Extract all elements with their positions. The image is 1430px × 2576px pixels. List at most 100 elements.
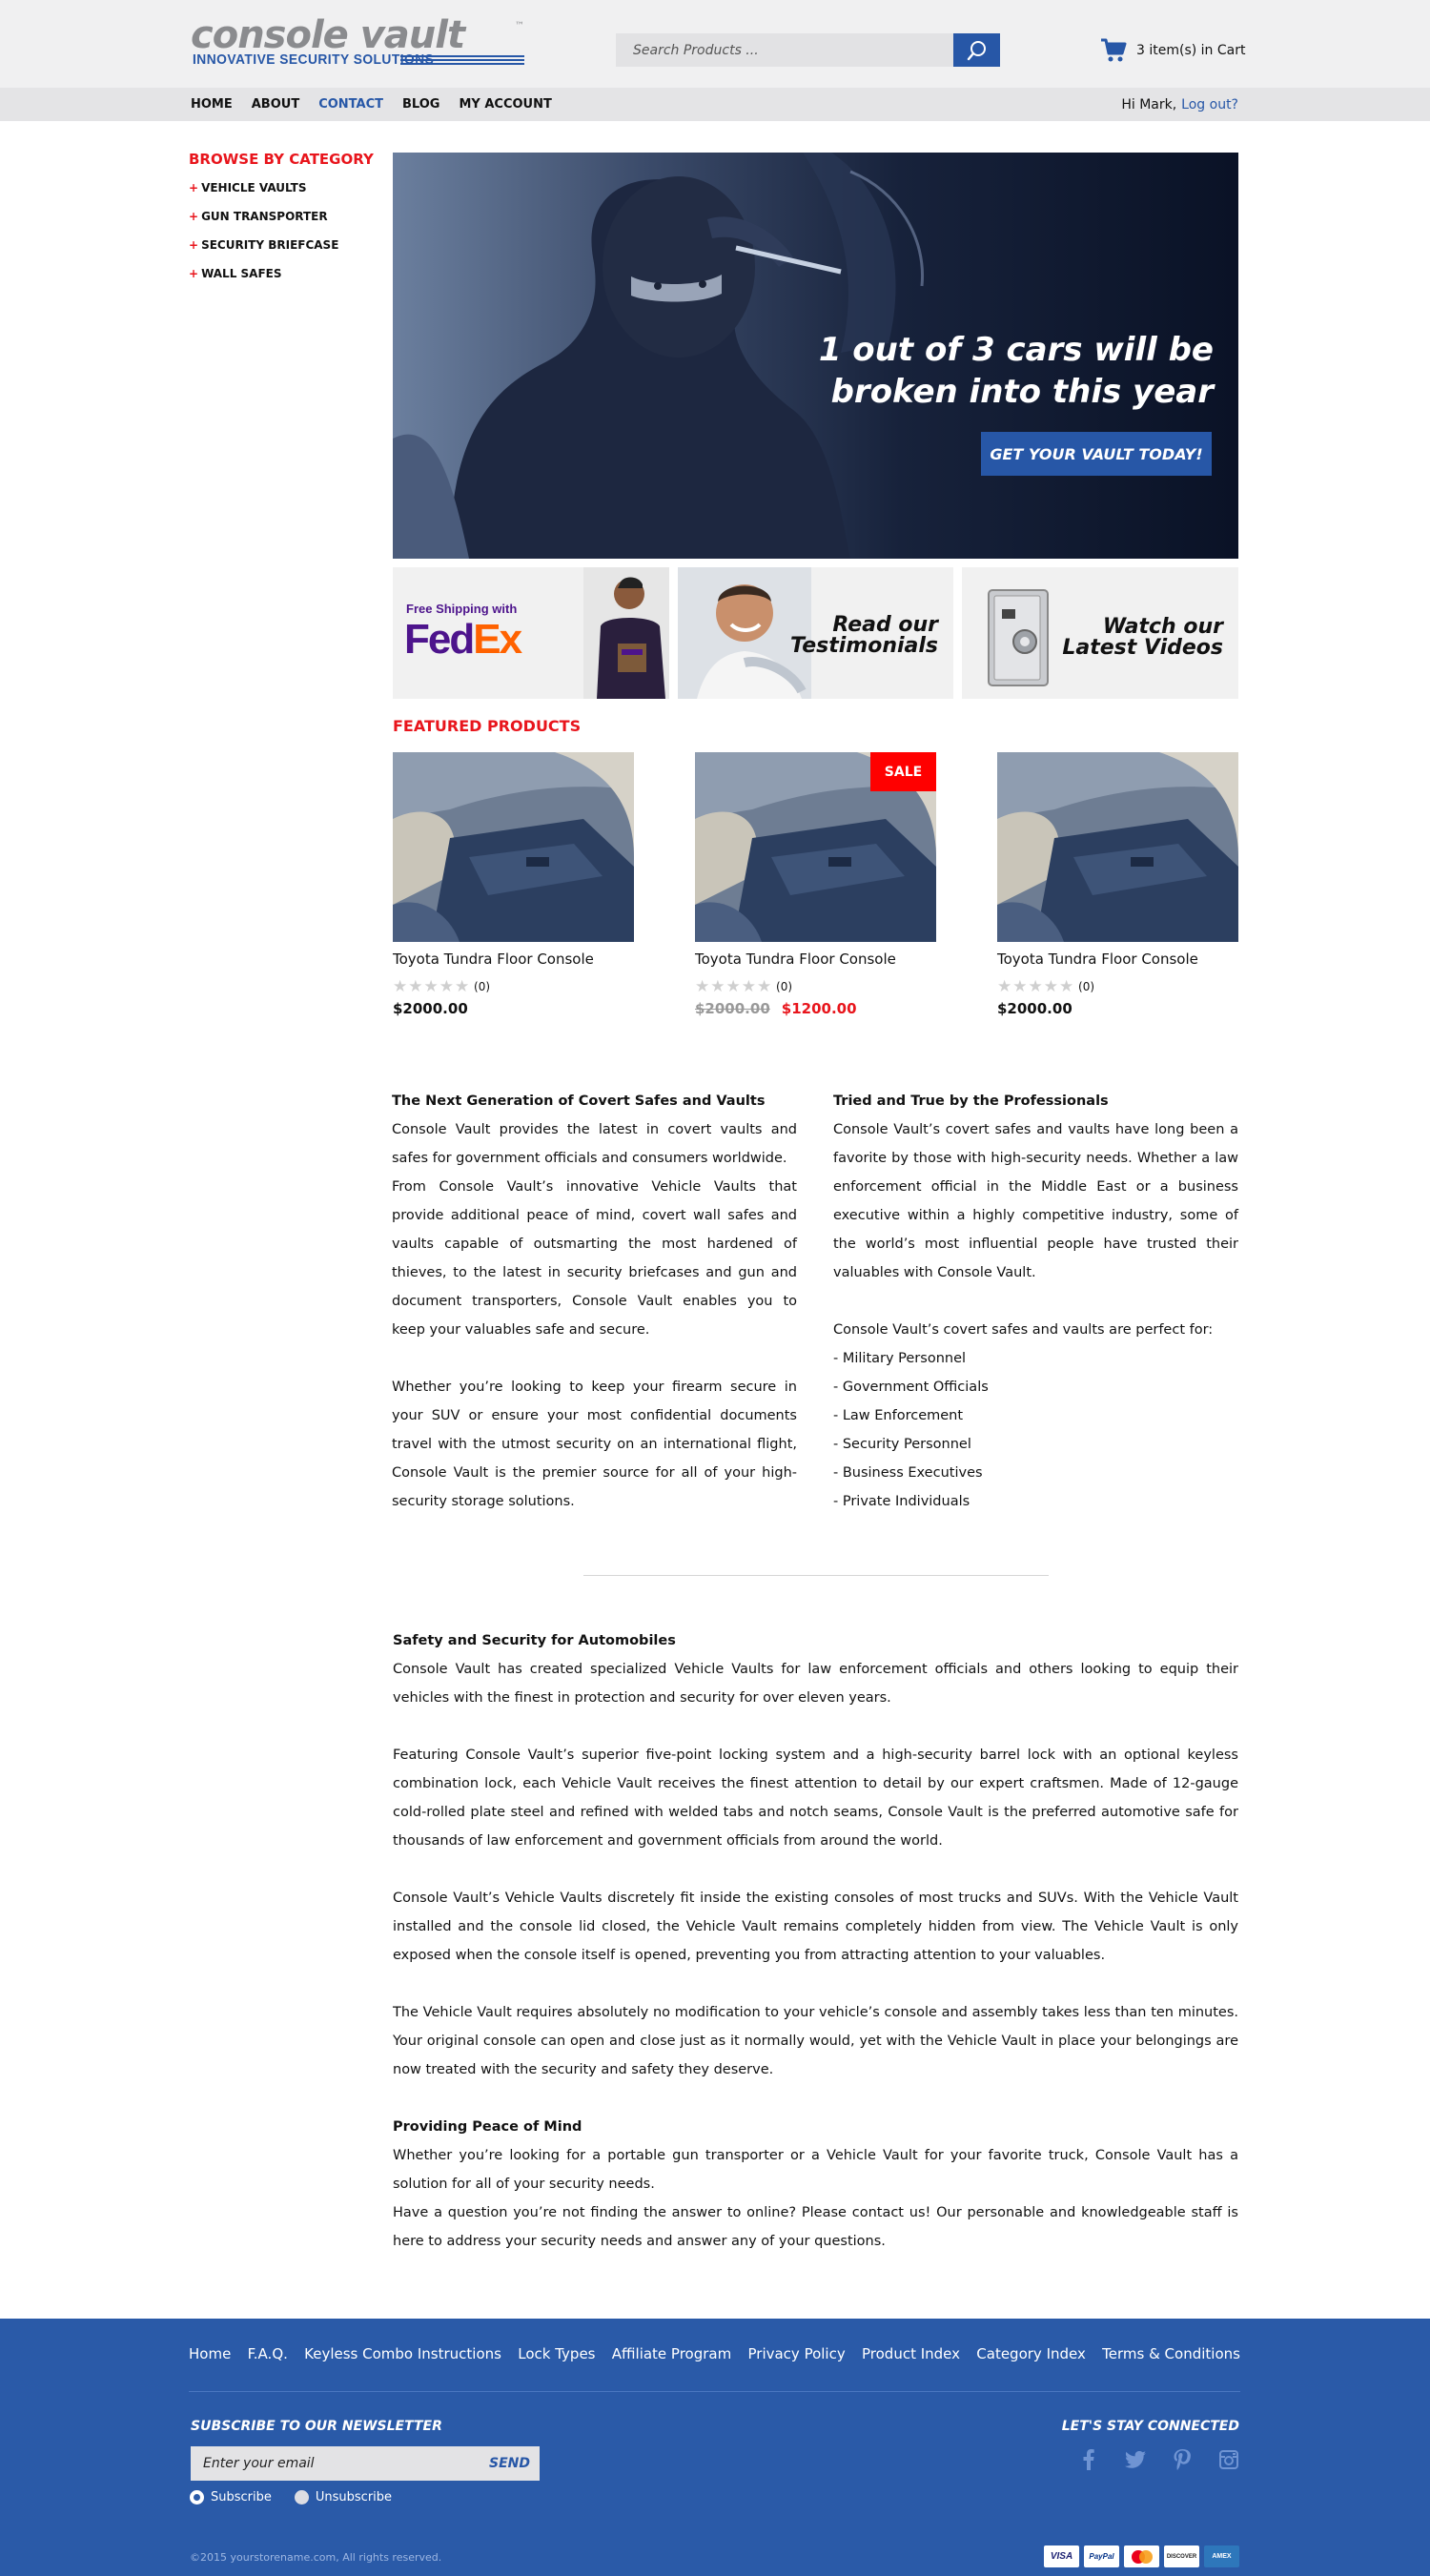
header: console vault ™ INNOVATIVE SECURITY SOLU… <box>0 0 1430 88</box>
pinterest-icon[interactable] <box>1172 2449 1193 2470</box>
category-vehicle-vaults[interactable]: + VEHICLE VAULTS <box>189 181 338 210</box>
delivery-man-image <box>583 567 669 699</box>
hero-banner[interactable]: 1 out of 3 cars will be broken into this… <box>393 153 1238 559</box>
category-label: VEHICLE VAULTS <box>201 181 307 194</box>
footer-link-affiliate[interactable]: Affiliate Program <box>612 2345 731 2362</box>
category-label: WALL SAFES <box>201 267 282 280</box>
product-name[interactable]: Toyota Tundra Floor Console <box>393 951 594 968</box>
review-count: (0) <box>474 980 491 993</box>
section-heading: The Next Generation of Covert Safes and … <box>392 1094 766 1109</box>
newsletter-form: SEND <box>191 2446 540 2481</box>
paragraph: Console Vault’s covert safes and vaults … <box>833 1122 1238 1280</box>
product-card[interactable]: Toyota Tundra Floor Console ★★★★★ (0) $2… <box>393 752 634 1017</box>
footer-link-home[interactable]: Home <box>189 2345 231 2362</box>
visa-icon: VISA <box>1044 2545 1079 2567</box>
search-button[interactable] <box>953 33 1000 67</box>
search-input[interactable] <box>616 33 953 67</box>
logo-wordmark: console vault <box>191 13 465 57</box>
nav-blog[interactable]: BLOG <box>402 97 439 112</box>
product-name[interactable]: Toyota Tundra Floor Console <box>997 951 1198 968</box>
amex-icon: AMEX <box>1204 2545 1239 2567</box>
nav-my-account[interactable]: MY ACCOUNT <box>459 97 551 112</box>
product-card[interactable]: SALE Toyota Tundra Floor Console ★★★★★ (… <box>695 752 936 1017</box>
user-greeting: Hi Mark, Log out? <box>1121 88 1238 121</box>
page: console vault ™ INNOVATIVE SECURITY SOLU… <box>0 0 1430 2576</box>
product-image[interactable] <box>393 752 634 942</box>
fedex-logo: FedEx <box>404 616 522 663</box>
content-full: Safety and Security for Automobiles Cons… <box>393 1626 1238 2256</box>
original-price: $2000.00 <box>695 1000 770 1017</box>
category-label: GUN TRANSPORTER <box>201 210 328 223</box>
newsletter-email-input[interactable] <box>191 2446 467 2481</box>
star-rating-icon: ★★★★★ <box>393 977 471 996</box>
get-vault-button[interactable]: GET YOUR VAULT TODAY! <box>981 432 1212 476</box>
cart-link[interactable]: 3 item(s) in Cart <box>1100 36 1245 65</box>
paragraph: Have a question you’re not finding the a… <box>393 2205 1238 2249</box>
hero-headline-line-2: broken into this year <box>830 373 1214 411</box>
section-heading: Providing Peace of Mind <box>393 2119 582 2135</box>
rating: ★★★★★ (0) <box>695 977 792 996</box>
list-item: - Law Enforcement <box>833 1408 964 1423</box>
logout-link[interactable]: Log out? <box>1181 97 1238 112</box>
logo-tagline: INNOVATIVE SECURITY SOLUTIONS <box>193 51 435 68</box>
instagram-icon[interactable] <box>1218 2449 1239 2470</box>
plus-icon: + <box>189 238 199 252</box>
unsubscribe-label: Unsubscribe <box>315 2490 393 2504</box>
product-image[interactable] <box>997 752 1238 942</box>
product-image[interactable]: SALE <box>695 752 936 942</box>
paragraph: Featuring Console Vault’s superior five-… <box>393 1748 1238 1849</box>
featured-title: FEATURED PRODUCTS <box>393 717 582 735</box>
sale-price: $1200.00 <box>781 1000 857 1017</box>
product-card[interactable]: Toyota Tundra Floor Console ★★★★★ (0) $2… <box>997 752 1238 1017</box>
product-price: $2000.00 <box>393 1000 468 1017</box>
facebook-icon[interactable] <box>1078 2449 1099 2470</box>
copyright: ©2015 yourstorename.com, All rights rese… <box>190 2551 442 2564</box>
footer-link-terms[interactable]: Terms & Conditions <box>1102 2345 1240 2362</box>
nav-home[interactable]: HOME <box>191 97 233 112</box>
newsletter-send-button[interactable]: SEND <box>489 2446 530 2481</box>
rating: ★★★★★ (0) <box>393 977 490 996</box>
paragraph: Console Vault’s covert safes and vaults … <box>833 1322 1214 1338</box>
logo[interactable]: console vault ™ INNOVATIVE SECURITY SOLU… <box>191 15 526 71</box>
greeting-text: Hi Mark, <box>1121 96 1177 112</box>
stay-connected-title: LET'S STAY CONNECTED <box>1061 2419 1239 2434</box>
console-vault-photo <box>997 752 1238 942</box>
promo-testimonials[interactable]: Read our Testimonials <box>678 567 953 699</box>
star-rating-icon: ★★★★★ <box>997 977 1075 996</box>
footer-link-product-index[interactable]: Product Index <box>862 2345 960 2362</box>
hero-headline-line-1: 1 out of 3 cars will be <box>818 331 1214 369</box>
category-wall-safes[interactable]: + WALL SAFES <box>189 267 338 296</box>
content-right: Tried and True by the Professionals Cons… <box>833 1087 1238 1516</box>
footer-link-keyless-combo[interactable]: Keyless Combo Instructions <box>304 2345 501 2362</box>
safe-image <box>988 589 1049 686</box>
footer-link-category-index[interactable]: Category Index <box>976 2345 1086 2362</box>
footer: Home F.A.Q. Keyless Combo Instructions L… <box>0 2319 1430 2576</box>
footer-link-faq[interactable]: F.A.Q. <box>248 2345 288 2362</box>
paragraph: The Vehicle Vault requires absolutely no… <box>393 2005 1238 2077</box>
plus-icon: + <box>189 267 199 280</box>
star-rating-icon: ★★★★★ <box>695 977 773 996</box>
content-left: The Next Generation of Covert Safes and … <box>392 1087 797 1516</box>
console-vault-photo <box>393 752 634 942</box>
paragraph: Whether you’re looking to keep your fire… <box>392 1380 797 1509</box>
cart-count: 3 item(s) in Cart <box>1136 43 1246 58</box>
category-security-briefcase[interactable]: + SECURITY BRIEFCASE <box>189 238 338 267</box>
footer-link-privacy[interactable]: Privacy Policy <box>748 2345 846 2362</box>
nav-about[interactable]: ABOUT <box>252 97 299 112</box>
twitter-icon[interactable] <box>1125 2449 1146 2470</box>
promo-free-shipping[interactable]: Free Shipping with FedEx <box>393 567 669 699</box>
unsubscribe-radio[interactable]: Unsubscribe <box>294 2490 393 2504</box>
subscribe-radio[interactable]: Subscribe <box>190 2490 272 2504</box>
subscribe-label: Subscribe <box>211 2490 272 2504</box>
product-name[interactable]: Toyota Tundra Floor Console <box>695 951 896 968</box>
search-icon <box>967 40 986 60</box>
cart-icon <box>1101 38 1127 62</box>
footer-link-lock-types[interactable]: Lock Types <box>518 2345 595 2362</box>
promo-latest-videos[interactable]: Watch our Latest Videos <box>962 567 1238 699</box>
paragraph: Console Vault’s Vehicle Vaults discretel… <box>393 1891 1238 1963</box>
plus-icon: + <box>189 210 199 223</box>
product-price: $2000.00 <box>997 1000 1072 1017</box>
payment-methods: VISA PayPal DISCOVER AMEX <box>1044 2545 1239 2567</box>
nav-contact[interactable]: CONTACT <box>318 97 383 112</box>
category-gun-transporter[interactable]: + GUN TRANSPORTER <box>189 210 338 238</box>
